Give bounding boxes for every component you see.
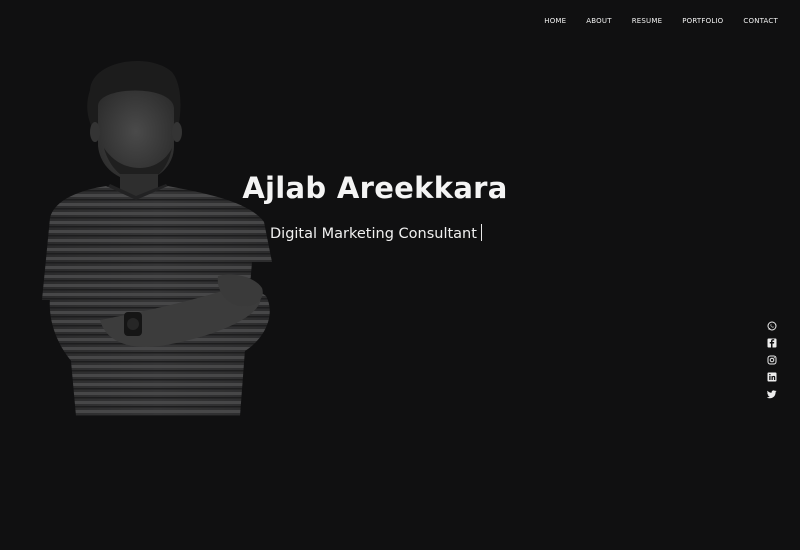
hero-page: HOME ABOUT RESUME PORTFOLIO CONTACT Ajla… bbox=[0, 0, 800, 550]
whatsapp-icon[interactable] bbox=[767, 321, 777, 331]
profile-portrait bbox=[42, 60, 272, 416]
hero-name: Ajlab Areekkara bbox=[242, 171, 508, 205]
hero-role-line: Digital Marketing Consultant bbox=[270, 224, 482, 244]
typing-cursor bbox=[480, 224, 482, 241]
linkedin-icon[interactable] bbox=[767, 372, 777, 382]
nav-home-link[interactable]: HOME bbox=[534, 15, 576, 27]
twitter-icon[interactable] bbox=[767, 389, 777, 399]
social-links bbox=[767, 321, 777, 399]
nav-resume-link[interactable]: RESUME bbox=[622, 15, 673, 27]
hero-role-text: Digital Marketing Consultant bbox=[270, 226, 477, 242]
nav-about-link[interactable]: ABOUT bbox=[576, 15, 621, 27]
facebook-icon[interactable] bbox=[767, 338, 777, 348]
nav-portfolio-link[interactable]: PORTFOLIO bbox=[672, 15, 733, 27]
top-nav: HOME ABOUT RESUME PORTFOLIO CONTACT bbox=[534, 15, 778, 27]
nav-contact-link[interactable]: CONTACT bbox=[733, 15, 778, 27]
instagram-icon[interactable] bbox=[767, 355, 777, 365]
